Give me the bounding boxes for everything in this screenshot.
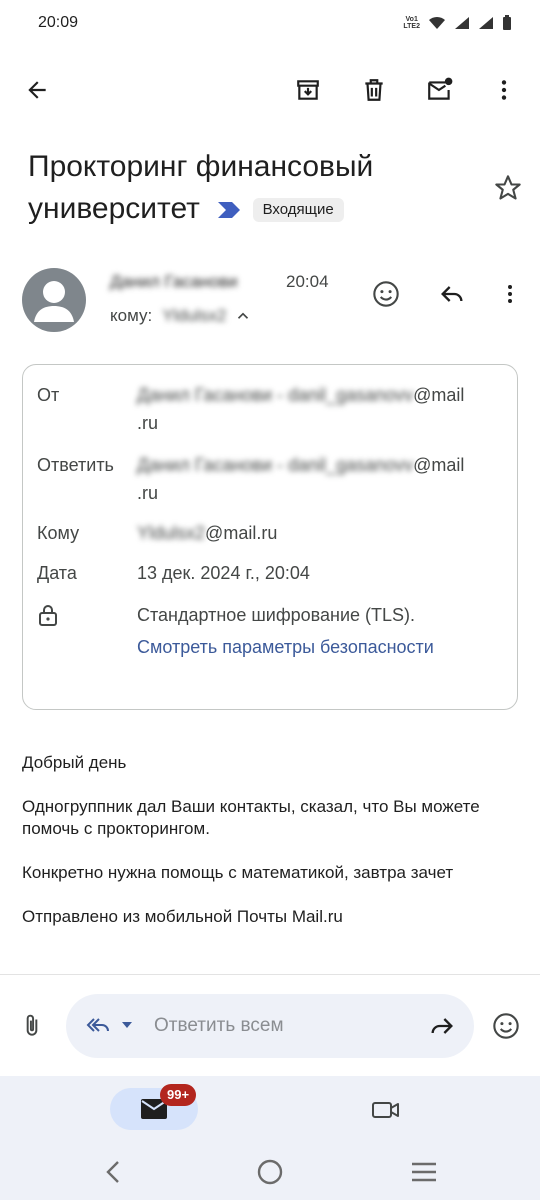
inbox-label-chip[interactable]: Входящие <box>252 198 344 223</box>
message-more-button[interactable] <box>486 270 534 318</box>
sender-row: Данил Гасанови 20:04 кому: Yldulsx2 <box>0 262 540 342</box>
system-navigation <box>0 1144 540 1200</box>
forward-button[interactable] <box>418 1002 466 1050</box>
forward-icon <box>431 1018 453 1034</box>
sent-time: 20:04 <box>286 272 329 291</box>
recipients-toggle[interactable]: кому: Yldulsx2 <box>110 306 252 326</box>
body-paragraph: Добрый день <box>22 753 127 772</box>
from-value[interactable]: Данил Гасанови - danil_gasanovv@mail .ru <box>137 381 497 437</box>
security-settings-link[interactable]: Смотреть параметры безопасности <box>137 633 497 661</box>
from-domain: @mail <box>413 385 465 405</box>
emoji-button[interactable] <box>482 1002 530 1050</box>
from-label: От <box>37 385 60 405</box>
chevron-left-icon <box>106 1161 119 1183</box>
body-paragraph: Конкретно нужна помощь с математикой, за… <box>22 863 454 882</box>
attach-button[interactable] <box>8 1002 56 1050</box>
quick-reply-bar: Ответить всем <box>0 994 540 1058</box>
chevron-down-icon <box>122 1022 132 1028</box>
message-body: Добрый день Одногруппник дал Ваши контак… <box>22 752 522 950</box>
wifi-icon <box>429 16 445 29</box>
delete-button[interactable] <box>350 66 398 114</box>
signal-icon <box>455 17 469 29</box>
system-back-button[interactable] <box>90 1148 138 1196</box>
more-vert-icon <box>508 285 512 303</box>
system-home-button[interactable] <box>246 1148 294 1196</box>
importance-marker-icon <box>218 202 241 219</box>
status-time: 20:09 <box>38 14 79 31</box>
reply-address-hidden: Данил Гасанови - danil_gasanovv <box>137 455 414 475</box>
status-icons: Vo1 LTE2 <box>403 15 512 31</box>
archive-button[interactable] <box>284 66 332 114</box>
body-paragraph: Одногруппник дал Ваши контакты, сказал, … <box>22 797 480 838</box>
chevron-up-icon <box>238 312 249 319</box>
paperclip-icon <box>26 1014 38 1036</box>
to-prefix: кому: <box>110 306 153 325</box>
battery-icon <box>503 15 511 30</box>
unread-badge: 99+ <box>160 1084 197 1106</box>
email-subject: Прокторинг финансовый университет Входящ… <box>28 146 468 230</box>
home-circle-icon <box>257 1159 283 1185</box>
encryption-text: Стандартное шифрование (TLS). <box>137 605 416 625</box>
date-value: 13 дек. 2024 г., 20:04 <box>137 563 310 583</box>
bottom-navigation: 99+ <box>0 1076 540 1200</box>
system-recents-button[interactable] <box>400 1148 448 1196</box>
sender-name[interactable]: Данил Гасанови <box>110 272 238 292</box>
more-vert-icon <box>501 80 507 100</box>
more-options-button[interactable] <box>480 66 528 114</box>
trash-icon <box>365 79 383 101</box>
mark-unread-icon <box>428 77 453 100</box>
from-address-hidden: Данил Гасанови - danil_gasanovv <box>137 385 414 405</box>
person-icon <box>34 281 74 322</box>
lock-icon <box>39 605 57 626</box>
star-icon <box>495 175 521 200</box>
to-label: Кому <box>37 523 80 543</box>
video-camera-icon <box>372 1102 399 1118</box>
to-address-hidden: Yldulsx2 <box>137 523 206 543</box>
emoji-icon <box>493 1013 519 1039</box>
top-app-bar <box>0 60 540 120</box>
emoji-reaction-button[interactable] <box>362 270 410 318</box>
reply-to-label: Ответить <box>37 455 114 475</box>
reply-icon <box>441 286 463 302</box>
star-button[interactable] <box>484 164 532 212</box>
reply-placeholder: Ответить всем <box>154 1015 284 1036</box>
reply-domain-tld: .ru <box>137 483 159 503</box>
reply-domain: @mail <box>413 455 465 475</box>
mark-unread-button[interactable] <box>416 66 464 114</box>
reply-all-icon <box>86 1018 109 1032</box>
reply-mode-selector[interactable] <box>84 1010 134 1040</box>
to-domain: @mail.ru <box>205 523 278 543</box>
divider <box>0 974 540 975</box>
reply-button[interactable] <box>428 270 476 318</box>
avatar[interactable] <box>22 268 86 332</box>
back-arrow-icon <box>28 81 46 99</box>
date-label: Дата <box>37 563 77 583</box>
message-details-card: От Данил Гасанови - danil_gasanovv@mail … <box>22 364 518 710</box>
to-value[interactable]: Yldulsx2@mail.ru <box>137 519 497 547</box>
archive-icon <box>297 80 319 100</box>
reply-all-input[interactable]: Ответить всем <box>66 994 474 1058</box>
reply-to-value[interactable]: Данил Гасанови - danil_gasanovv@mail .ru <box>137 451 497 507</box>
status-bar: 20:09 Vo1 LTE2 <box>0 0 540 46</box>
from-domain-tld: .ru <box>137 413 159 433</box>
volte-icon: Vo1 LTE2 <box>403 16 420 30</box>
emoji-icon <box>373 281 399 307</box>
menu-lines-icon <box>412 1162 436 1182</box>
body-signature: Отправлено из мобильной Почты Mail.ru <box>22 907 343 926</box>
to-recipient: Yldulsx2 <box>162 306 227 325</box>
back-button[interactable] <box>13 66 61 114</box>
signal-2-icon <box>479 17 493 29</box>
nav-tab-meet[interactable] <box>362 1086 410 1134</box>
